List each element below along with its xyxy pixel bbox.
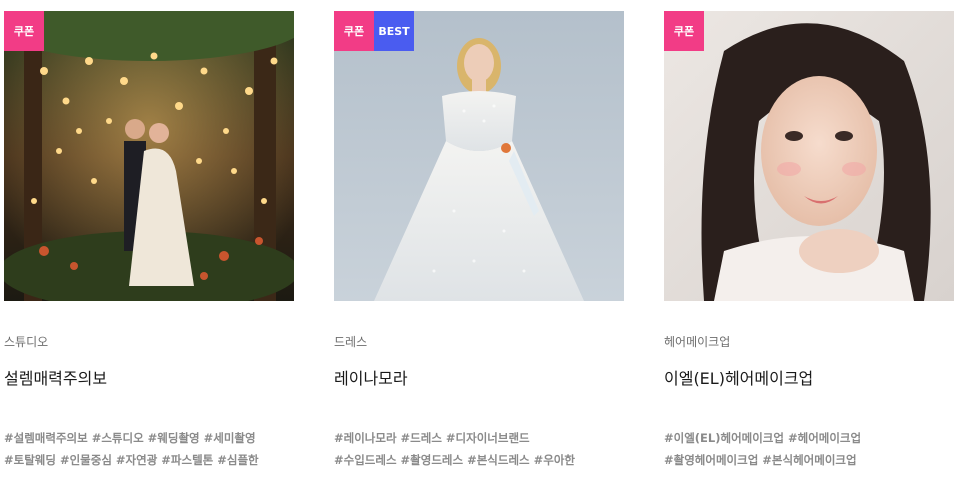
vendor-category: 스튜디오 — [4, 335, 49, 349]
tag-line: #수입드레스 #촬영드레스 #본식드레스 #우아한 — [334, 453, 575, 467]
vendor-category: 헤어메이크업 — [664, 335, 731, 349]
badge-group: 쿠폰 BEST — [334, 11, 414, 51]
vendor-card-grid: 쿠폰 스튜디오 설렘매력주의보 #설렘매력주의보 #스튜디오 #웨딩촬영 #세미… — [0, 0, 958, 502]
vendor-thumbnail[interactable]: 쿠폰 — [4, 11, 294, 301]
tag-line: #설렘매력주의보 #스튜디오 #웨딩촬영 #세미촬영 — [4, 431, 256, 445]
vendor-name[interactable]: 이엘(EL)헤어메이크업 — [664, 369, 954, 389]
makeup-portrait-image — [664, 11, 954, 301]
vendor-thumbnail[interactable]: 쿠폰 BEST — [334, 11, 624, 301]
coupon-badge: 쿠폰 — [4, 11, 44, 51]
vendor-card-hair-makeup[interactable]: 쿠폰 헤어메이크업 이엘(EL)헤어메이크업 #이엘(EL)헤어메이크업 #헤어… — [664, 11, 954, 471]
vendor-tags: #이엘(EL)헤어메이크업 #헤어메이크업 #촬영헤어메이크업 #본식헤어메이크… — [664, 427, 954, 471]
vendor-tags: #설렘매력주의보 #스튜디오 #웨딩촬영 #세미촬영 #토탈웨딩 #인물중심 #… — [4, 427, 294, 471]
vendor-card-dress[interactable]: 쿠폰 BEST 드레스 레이나모라 #레이나모라 #드레스 #디자이너브랜드 #… — [334, 11, 624, 471]
bride-dress-image — [334, 11, 624, 301]
badge-group: 쿠폰 — [664, 11, 704, 51]
vendor-category: 드레스 — [334, 335, 368, 349]
tag-line: #레이나모라 #드레스 #디자이너브랜드 — [334, 431, 530, 445]
vendor-name[interactable]: 설렘매력주의보 — [4, 369, 294, 389]
vendor-tags: #레이나모라 #드레스 #디자이너브랜드 #수입드레스 #촬영드레스 #본식드레… — [334, 427, 624, 471]
wedding-photo-image — [4, 11, 294, 301]
coupon-badge: 쿠폰 — [334, 11, 374, 51]
vendor-name[interactable]: 레이나모라 — [334, 369, 624, 389]
vendor-thumbnail[interactable]: 쿠폰 — [664, 11, 954, 301]
badge-group: 쿠폰 — [4, 11, 44, 51]
tag-line: #토탈웨딩 #인물중심 #자연광 #파스텔톤 #심플한 — [4, 453, 259, 467]
best-badge: BEST — [374, 11, 414, 51]
tag-line: #이엘(EL)헤어메이크업 #헤어메이크업 — [664, 431, 862, 445]
coupon-badge: 쿠폰 — [664, 11, 704, 51]
tag-line: #촬영헤어메이크업 #본식헤어메이크업 — [664, 453, 857, 467]
vendor-card-studio[interactable]: 쿠폰 스튜디오 설렘매력주의보 #설렘매력주의보 #스튜디오 #웨딩촬영 #세미… — [4, 11, 294, 471]
